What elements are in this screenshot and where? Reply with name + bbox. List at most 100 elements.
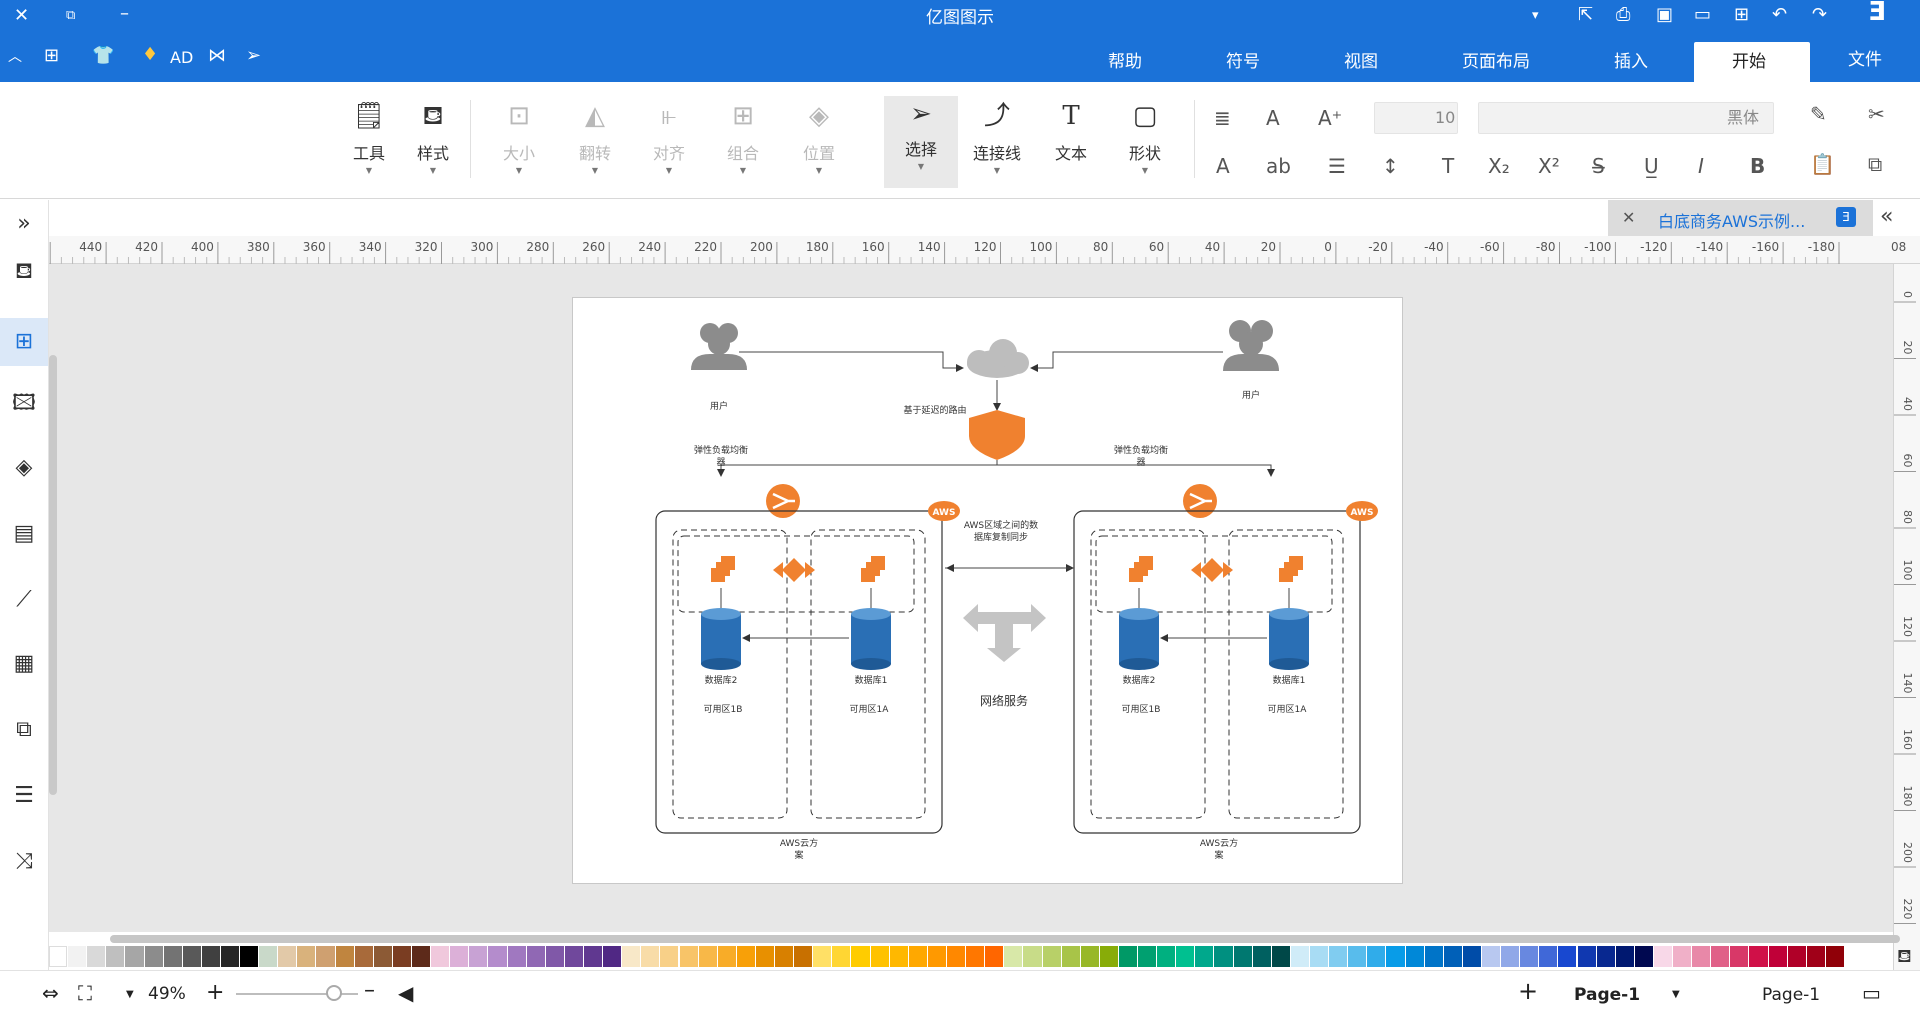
- zoom-in-icon[interactable]: +: [206, 981, 224, 1005]
- color-swatch[interactable]: [1443, 946, 1462, 967]
- color-swatch[interactable]: [335, 946, 354, 967]
- format-painter-icon[interactable]: ✎: [1810, 102, 1827, 126]
- font-name-select[interactable]: 黑体: [1478, 102, 1774, 134]
- color-swatch[interactable]: [736, 946, 755, 967]
- color-swatch[interactable]: [412, 946, 431, 967]
- aws-region-right[interactable]: [1073, 510, 1361, 834]
- color-swatch[interactable]: [1462, 946, 1481, 967]
- color-swatch[interactable]: [1520, 946, 1539, 967]
- ec2-instances-left-a-icon[interactable]: [861, 556, 885, 582]
- line-spacing-icon[interactable]: ↕: [1382, 154, 1399, 178]
- shapes-panel-icon[interactable]: ⊞: [0, 318, 48, 366]
- color-swatch[interactable]: [1386, 946, 1405, 967]
- color-swatch[interactable]: [985, 946, 1004, 967]
- load-balancer-right-icon[interactable]: [1183, 484, 1217, 518]
- color-swatch[interactable]: [1061, 946, 1080, 967]
- color-swatch[interactable]: [1348, 946, 1367, 967]
- database-left-2-icon[interactable]: [701, 608, 741, 670]
- color-swatch[interactable]: [1673, 946, 1692, 967]
- send-icon[interactable]: ➢: [246, 46, 261, 66]
- connector-button[interactable]: ⤴ 连接线 ▼: [966, 88, 1028, 178]
- cut-icon[interactable]: ✂: [1868, 102, 1885, 126]
- database-right-2-icon[interactable]: [1119, 608, 1159, 670]
- export-icon[interactable]: ⇱: [1578, 5, 1593, 25]
- color-swatch[interactable]: [125, 946, 144, 967]
- tab-help[interactable]: 帮助: [1108, 52, 1142, 72]
- text-button[interactable]: T 文本: [1040, 88, 1102, 178]
- color-swatch[interactable]: [1367, 946, 1386, 967]
- network-services-icon[interactable]: [963, 604, 1046, 662]
- select-button[interactable]: ➢ 选择 ▼: [884, 96, 958, 188]
- color-swatch[interactable]: [1233, 946, 1252, 967]
- color-swatch[interactable]: [68, 946, 87, 967]
- color-swatch[interactable]: [947, 946, 966, 967]
- save-icon[interactable]: ▣: [1656, 5, 1673, 25]
- increase-font-icon[interactable]: A⁺: [1318, 106, 1342, 130]
- customize-quick-access-icon[interactable]: ▾: [1532, 6, 1539, 26]
- color-swatch[interactable]: [832, 946, 851, 967]
- highlight-icon[interactable]: ab: [1266, 154, 1291, 178]
- color-swatch[interactable]: [1501, 946, 1520, 967]
- font-size-select[interactable]: 10: [1374, 102, 1458, 134]
- color-swatch[interactable]: [755, 946, 775, 967]
- open-folder-icon[interactable]: ▭: [1694, 5, 1711, 25]
- tools-button[interactable]: 🗒 工具 ▼: [338, 88, 400, 178]
- tab-view[interactable]: 视图: [1344, 52, 1378, 72]
- italic-icon[interactable]: I: [1698, 154, 1704, 178]
- vertical-scrollbar[interactable]: [49, 355, 57, 795]
- position-button[interactable]: ◈ 位置 ▼: [788, 88, 850, 178]
- color-swatch[interactable]: [1653, 946, 1673, 967]
- collapse-right-panel-icon[interactable]: «: [1880, 204, 1893, 229]
- color-swatch[interactable]: [717, 946, 736, 967]
- color-swatch[interactable]: [1768, 946, 1787, 967]
- account-label[interactable]: AD: [170, 48, 193, 68]
- color-swatch[interactable]: [278, 946, 297, 967]
- color-swatch[interactable]: [1692, 946, 1711, 967]
- color-swatch[interactable]: [316, 946, 335, 967]
- add-page-icon[interactable]: +: [1518, 979, 1538, 1003]
- color-swatch[interactable]: [622, 946, 641, 967]
- color-swatch[interactable]: [1787, 946, 1806, 967]
- style-button[interactable]: ⛾ 样式 ▼: [402, 88, 464, 178]
- aws-region-left[interactable]: [655, 510, 943, 834]
- color-swatch[interactable]: [889, 946, 908, 967]
- color-swatch[interactable]: [488, 946, 507, 967]
- superscript-icon[interactable]: X²: [1538, 154, 1560, 178]
- color-swatch[interactable]: [49, 946, 68, 967]
- page-panel-icon[interactable]: ▭: [1862, 981, 1881, 1005]
- diagram-page[interactable]: 用户 用户 基于延迟的路由 弹性负载均衡 器 弹性负载均衡 器 AWS AWS …: [572, 297, 1403, 884]
- minimize-window-icon[interactable]: –: [120, 4, 129, 24]
- color-swatch[interactable]: [1596, 946, 1615, 967]
- color-swatch[interactable]: [1023, 946, 1042, 967]
- color-swatch[interactable]: [1157, 946, 1176, 967]
- fill-icon[interactable]: ⛾: [8, 256, 40, 288]
- color-swatch[interactable]: [392, 946, 411, 967]
- color-swatch[interactable]: [1329, 946, 1348, 967]
- zoom-out-icon[interactable]: –: [364, 979, 375, 1003]
- color-swatch[interactable]: [679, 946, 698, 967]
- text-format-icon[interactable]: T: [1442, 154, 1454, 178]
- play-icon[interactable]: ◀: [398, 981, 413, 1005]
- autoscaling-left-icon[interactable]: [773, 558, 815, 582]
- color-swatch[interactable]: [660, 946, 679, 967]
- bullet-list-icon[interactable]: ☰: [1328, 154, 1346, 178]
- ec2-instances-right-b-icon[interactable]: [1129, 556, 1153, 582]
- color-swatch[interactable]: [1310, 946, 1329, 967]
- color-swatch[interactable]: [1806, 946, 1825, 967]
- flip-button[interactable]: ◭ 翻转 ▼: [564, 88, 626, 178]
- color-swatch[interactable]: [1749, 946, 1768, 967]
- ec2-instances-left-b-icon[interactable]: [711, 556, 735, 582]
- color-swatch[interactable]: [1711, 946, 1730, 967]
- bold-icon[interactable]: B: [1750, 154, 1765, 178]
- color-swatch[interactable]: [794, 946, 813, 967]
- color-swatch[interactable]: [1004, 946, 1023, 967]
- color-swatch[interactable]: [1615, 946, 1634, 967]
- color-swatch[interactable]: [1558, 946, 1577, 967]
- color-swatch[interactable]: [1080, 946, 1099, 967]
- color-swatch[interactable]: [220, 946, 240, 967]
- color-swatch[interactable]: [526, 946, 545, 967]
- zoom-dropdown-icon[interactable]: ▼: [126, 983, 134, 1007]
- color-swatch[interactable]: [354, 946, 373, 967]
- underline-icon[interactable]: U̲: [1644, 154, 1659, 178]
- shirt-icon[interactable]: 👕: [92, 46, 114, 66]
